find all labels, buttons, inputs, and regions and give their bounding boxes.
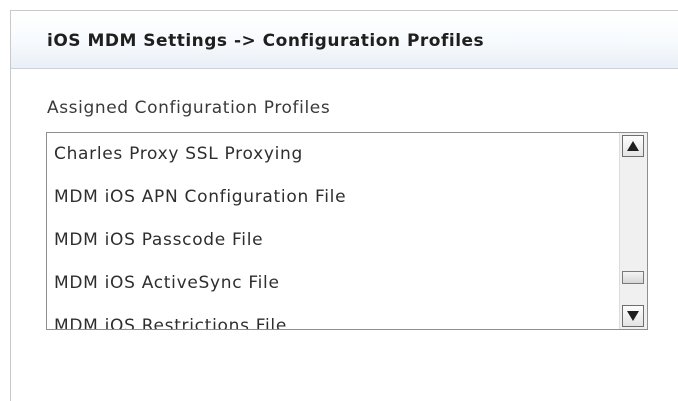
page-title: iOS MDM Settings -> Configuration Profil… xyxy=(47,31,485,51)
configuration-profiles-panel: iOS MDM Settings -> Configuration Profil… xyxy=(10,10,678,401)
assigned-profiles-listbox[interactable]: Charles Proxy SSL Proxying MDM iOS APN C… xyxy=(46,132,648,330)
scroll-down-button[interactable] xyxy=(622,305,644,327)
list-item[interactable]: MDM iOS APN Configuration File xyxy=(47,176,617,219)
list-item[interactable]: MDM iOS Restrictions File xyxy=(47,305,617,329)
scroll-thumb[interactable] xyxy=(622,271,644,285)
assigned-profiles-label: Assigned Configuration Profiles xyxy=(47,98,331,118)
profiles-list: Charles Proxy SSL Proxying MDM iOS APN C… xyxy=(47,133,617,329)
panel-header: iOS MDM Settings -> Configuration Profil… xyxy=(11,11,678,69)
list-item[interactable]: Charles Proxy SSL Proxying xyxy=(47,133,617,176)
triangle-down-icon xyxy=(627,311,639,321)
list-item[interactable]: MDM iOS ActiveSync File xyxy=(47,262,617,305)
list-item[interactable]: MDM iOS Passcode File xyxy=(47,219,617,262)
vertical-scrollbar[interactable] xyxy=(619,133,647,329)
triangle-up-icon xyxy=(627,141,639,151)
scroll-up-button[interactable] xyxy=(622,135,644,157)
